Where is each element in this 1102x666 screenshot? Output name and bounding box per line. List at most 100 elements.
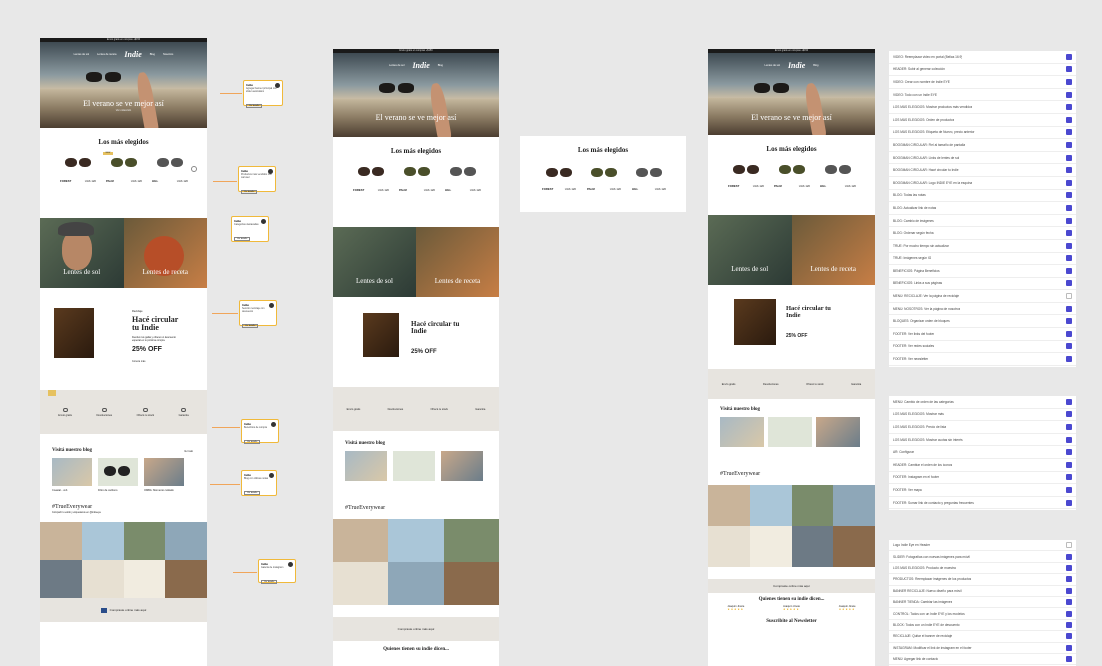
hero-banner[interactable]: Lentes de sol Indie Blog El verano se ve… <box>708 53 875 135</box>
checkbox[interactable] <box>1066 217 1072 224</box>
category-sun[interactable]: Lentes de sol <box>40 218 124 288</box>
checkbox[interactable] <box>1066 53 1072 60</box>
checkbox[interactable] <box>1066 192 1072 199</box>
checkbox[interactable] <box>1066 461 1072 468</box>
brand-logo[interactable]: Indie <box>788 61 805 70</box>
checkbox[interactable] <box>1066 154 1072 161</box>
checkbox[interactable] <box>1066 621 1072 628</box>
category-sun[interactable]: Lentes de sol <box>333 227 416 297</box>
nav-item[interactable]: Nosotros <box>163 53 173 56</box>
benefit-item: Garantía <box>179 407 189 417</box>
brand-logo[interactable]: Indie <box>124 50 141 59</box>
product-card-hill[interactable]: HILL UAS 120 <box>152 158 188 183</box>
sunglasses-icon <box>754 83 789 93</box>
blog-more-link[interactable]: Ver todo <box>184 450 193 453</box>
checkbox[interactable] <box>1066 436 1072 443</box>
annotation-note[interactable]: Indie Categorías destacadas Ver detalle <box>231 216 269 242</box>
product-card-forest[interactable]: FOREST UAS 120 <box>60 158 96 183</box>
checkbox[interactable] <box>1066 356 1072 363</box>
category-rx[interactable]: Lentes de receta <box>123 218 207 288</box>
checkbox[interactable] <box>1066 423 1072 430</box>
checkbox[interactable] <box>1066 553 1072 560</box>
hero-banner[interactable]: Lentes de sol Indie Blog El verano se ve… <box>333 53 499 137</box>
checkbox[interactable] <box>1066 267 1072 274</box>
product-card[interactable]: PALM UAS 120 <box>399 167 435 192</box>
annotation-note[interactable]: Indie Agregar banner principal con slider… <box>243 80 283 108</box>
checkbox[interactable] <box>1066 104 1072 111</box>
nav-item[interactable]: Lentes de sol <box>389 64 404 67</box>
nav-item[interactable]: Lentes de sol <box>765 64 780 67</box>
category-rx[interactable]: Lentes de receta <box>416 227 499 297</box>
sunglasses-icon <box>111 158 137 167</box>
checklist-row: HEADER: Subir al generar colección <box>889 64 1076 77</box>
checkbox[interactable] <box>1066 293 1072 300</box>
blog-post-image[interactable] <box>144 458 184 486</box>
product-card[interactable]: FOREST UAS 120 <box>353 167 389 192</box>
checkbox[interactable] <box>1066 564 1072 571</box>
nav-item[interactable]: Lentes de sol <box>74 53 89 56</box>
checkbox[interactable] <box>1066 587 1072 594</box>
checklist-row: FOOTER: Ver mapa <box>889 484 1076 497</box>
checkbox[interactable] <box>1066 343 1072 350</box>
checkbox[interactable] <box>1066 255 1072 262</box>
checkbox[interactable] <box>1066 141 1072 148</box>
checkbox[interactable] <box>1066 542 1072 549</box>
checkbox[interactable] <box>1066 78 1072 85</box>
brand-logo[interactable]: Indie <box>412 61 429 70</box>
carousel-next-button[interactable] <box>191 166 197 172</box>
product-card[interactable]: HILL UAS 120 <box>632 168 666 191</box>
checkbox[interactable] <box>1066 486 1072 493</box>
checkbox[interactable] <box>1066 474 1072 481</box>
checkbox[interactable] <box>1066 576 1072 583</box>
checkbox[interactable] <box>1066 318 1072 325</box>
promo-body: Devolvé tus gafas y obtené un descuento … <box>132 336 176 342</box>
checkbox[interactable] <box>1066 204 1072 211</box>
checkbox[interactable] <box>1066 66 1072 73</box>
checkbox[interactable] <box>1066 449 1072 456</box>
product-card-palm[interactable]: PALM UAS 120 <box>106 158 142 183</box>
checkbox[interactable] <box>1066 167 1072 174</box>
annotation-note[interactable]: Indie Productos más vendidos con carrusel… <box>238 166 276 194</box>
checkbox[interactable] <box>1066 305 1072 312</box>
checklist-row: BENEFICIOS: Página Beneficios <box>889 265 1076 278</box>
checkbox[interactable] <box>1066 280 1072 287</box>
checkbox[interactable] <box>1066 129 1072 136</box>
checkbox[interactable] <box>1066 599 1072 606</box>
promo-link[interactable]: Conocé más <box>132 360 145 363</box>
checkbox[interactable] <box>1066 242 1072 249</box>
product-card[interactable]: FOREST UAS 120 <box>542 168 576 191</box>
ig-grid[interactable] <box>40 522 207 598</box>
checkbox[interactable] <box>1066 91 1072 98</box>
checkbox[interactable] <box>1066 179 1072 186</box>
benefit-item: Envío gratis <box>58 407 72 417</box>
main-nav: Lentes de sol Lentes de receta Indie Blo… <box>40 50 207 59</box>
hero-cta[interactable]: Ver colección <box>40 109 207 112</box>
nav-item[interactable]: Blog <box>813 64 818 67</box>
annotation-note[interactable]: Indie Sección reciclaje con descuento Ver … <box>239 300 277 328</box>
nav-item[interactable]: Blog <box>150 53 155 56</box>
checklist-row: HEADER: Cambiar el orden de los íconos <box>889 459 1076 472</box>
product-card[interactable]: HILL UAS 120 <box>445 167 481 192</box>
nav-item[interactable]: Lentes de receta <box>97 53 116 56</box>
annotation-note[interactable]: Indie Blog con últimas notas Ver detalle <box>241 470 277 496</box>
checkbox[interactable] <box>1066 398 1072 405</box>
annotation-note[interactable]: Indie Galería de instagram Ver detalle <box>258 559 296 584</box>
checkbox[interactable] <box>1066 116 1072 123</box>
checkbox[interactable] <box>1066 610 1072 617</box>
checkbox[interactable] <box>1066 656 1072 663</box>
checkbox[interactable] <box>1066 499 1072 506</box>
benefit-item: Devoluciones <box>97 407 112 417</box>
annotation-note[interactable]: Indie Beneficios de compra Ver detalle <box>241 419 279 444</box>
checkbox[interactable] <box>1066 330 1072 337</box>
promo-offer: 25% OFF <box>132 346 162 353</box>
blog-post-image[interactable] <box>98 458 138 486</box>
checkbox[interactable] <box>1066 230 1072 237</box>
checkbox[interactable] <box>1066 644 1072 651</box>
checkbox[interactable] <box>1066 411 1072 418</box>
blog-post-image[interactable] <box>52 458 92 486</box>
checkbox[interactable] <box>1066 633 1072 640</box>
product-card[interactable]: PALM UAS 120 <box>587 168 621 191</box>
hero-banner[interactable]: Lentes de sol Lentes de receta Indie Blo… <box>40 42 207 128</box>
main-nav: Lentes de sol Indie Blog <box>333 61 499 70</box>
nav-item[interactable]: Blog <box>438 64 443 67</box>
